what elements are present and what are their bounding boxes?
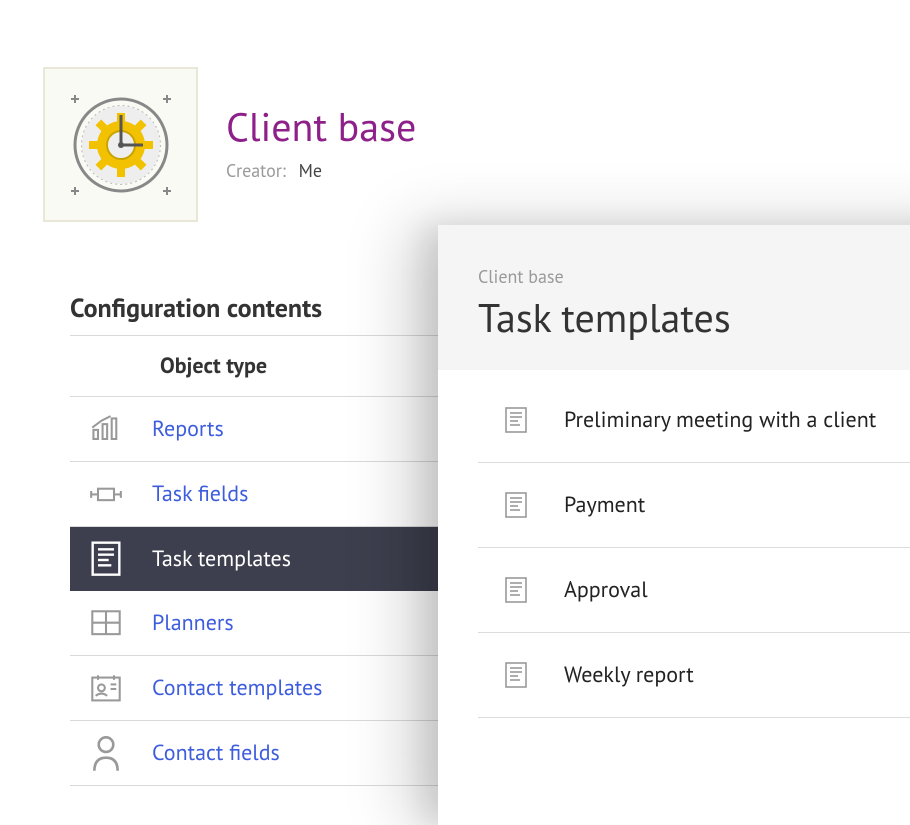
creator-value: Me bbox=[299, 159, 322, 182]
sidebar-item-label: Planners bbox=[152, 609, 234, 637]
sidebar-item-label: Contact fields bbox=[152, 739, 280, 767]
template-row[interactable]: Preliminary meeting with a client bbox=[478, 378, 910, 463]
task-fields-icon bbox=[90, 480, 122, 508]
page-title: Client base bbox=[226, 103, 416, 151]
template-icon bbox=[504, 661, 530, 689]
clock-gear-icon bbox=[61, 85, 181, 205]
creator-row: Creator: Me bbox=[226, 159, 416, 182]
overlay-title: Task templates bbox=[478, 292, 910, 344]
sidebar-item-label: Task templates bbox=[152, 545, 291, 573]
template-row[interactable]: Approval bbox=[478, 548, 910, 633]
header-text: Client base Creator: Me bbox=[226, 67, 416, 222]
reports-icon bbox=[90, 415, 122, 443]
template-name: Weekly report bbox=[564, 661, 694, 689]
task-templates-icon bbox=[90, 545, 122, 573]
contact-templates-icon bbox=[90, 674, 122, 702]
header: Client base Creator: Me bbox=[0, 0, 910, 222]
template-row[interactable]: Payment bbox=[478, 463, 910, 548]
task-templates-panel: Client base Task templates Preliminary m… bbox=[438, 225, 910, 825]
planners-icon bbox=[90, 609, 122, 637]
template-row[interactable]: Weekly report bbox=[478, 633, 910, 718]
template-icon bbox=[504, 491, 530, 519]
sidebar-item-label: Contact templates bbox=[152, 674, 322, 702]
sidebar-item-label: Task fields bbox=[152, 480, 248, 508]
template-icon bbox=[504, 576, 530, 604]
template-name: Preliminary meeting with a client bbox=[564, 406, 876, 434]
breadcrumb: Client base bbox=[478, 265, 910, 288]
template-name: Approval bbox=[564, 576, 648, 604]
template-icon bbox=[504, 406, 530, 434]
template-list: Preliminary meeting with a client Paymen… bbox=[478, 370, 910, 718]
app-icon bbox=[43, 67, 198, 222]
template-name: Payment bbox=[564, 491, 645, 519]
creator-label: Creator: bbox=[226, 159, 286, 182]
contact-fields-icon bbox=[90, 739, 122, 767]
sidebar-item-label: Reports bbox=[152, 415, 224, 443]
overlay-header: Client base Task templates bbox=[438, 225, 910, 370]
